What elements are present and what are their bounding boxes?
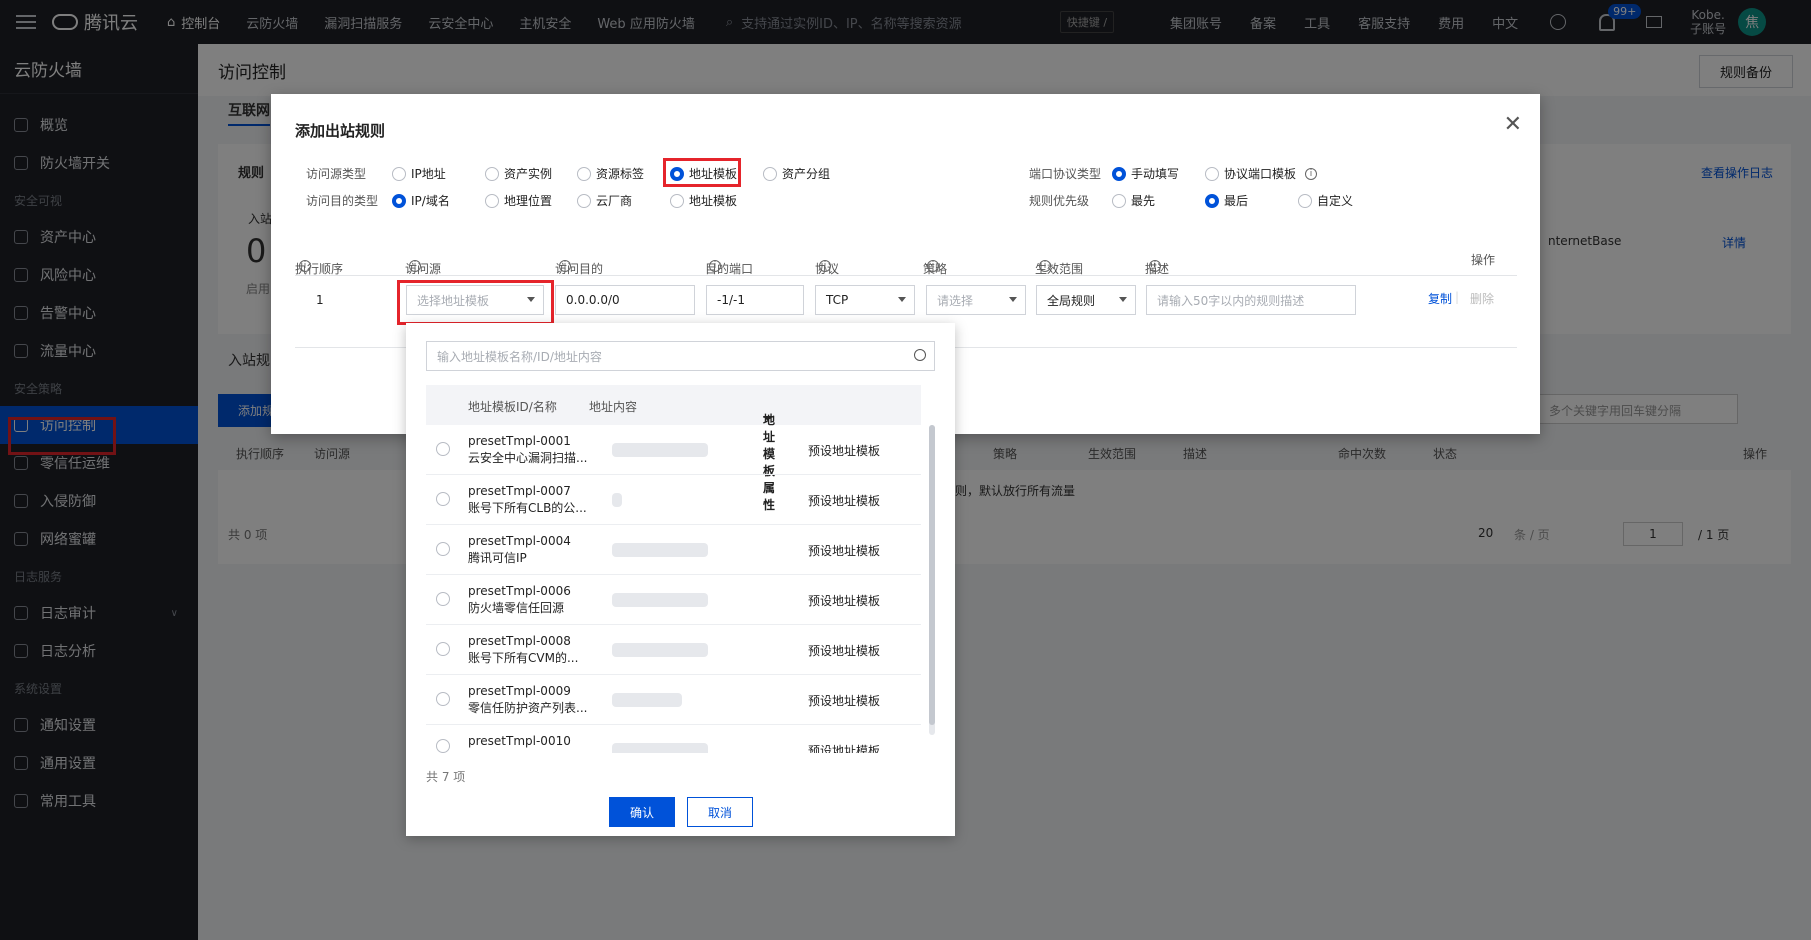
caret-down-icon	[1009, 297, 1017, 302]
address-template-dropdown: 输入地址模板名称/ID/地址内容 地址模板ID/名称 地址内容 地址模板属性 ⏷…	[406, 323, 955, 836]
cancel-button[interactable]: 取消	[687, 797, 753, 827]
radio-src-asset[interactable]: 资产实例	[485, 165, 577, 182]
info-icon[interactable]: i	[927, 259, 939, 272]
radio-dst-vendor[interactable]: 云厂商	[577, 192, 670, 209]
info-icon[interactable]: i	[1039, 259, 1051, 272]
radio-circle	[1205, 166, 1219, 181]
radio-circle[interactable]	[436, 739, 450, 753]
col-template-content: 地址内容	[589, 400, 638, 414]
col-operation: 操作	[1471, 253, 1496, 267]
radio-circle[interactable]	[436, 592, 450, 606]
radio-src-ip[interactable]: IP地址	[392, 165, 485, 182]
info-icon[interactable]: i	[409, 259, 421, 272]
protocol-select[interactable]: TCP	[815, 285, 915, 315]
radio-port-template[interactable]: 协议端口模板 i	[1205, 165, 1318, 182]
address-content-blurred	[612, 443, 708, 457]
radio-priority-last[interactable]: 最后	[1205, 192, 1298, 209]
filter-icon[interactable]: ⏷	[763, 411, 773, 426]
radio-circle	[392, 166, 406, 181]
template-row[interactable]: presetTmpl-0007 账号下所有CLB的公... 预设地址模板	[426, 475, 921, 525]
radio-circle-selected	[1205, 193, 1219, 208]
row-order: 1	[316, 293, 324, 307]
copy-link[interactable]: 复制	[1428, 290, 1452, 307]
separator: |	[1455, 290, 1460, 304]
info-icon[interactable]: i	[1149, 259, 1161, 272]
radio-circle-selected	[392, 193, 406, 208]
close-icon[interactable]: ✕	[1504, 114, 1522, 136]
radio-circle	[1112, 193, 1126, 208]
address-content-blurred	[612, 493, 622, 507]
scope-select[interactable]: 全局规则	[1036, 285, 1136, 315]
search-icon	[914, 349, 926, 361]
template-row[interactable]: presetTmpl-0001 云安全中心漏洞扫描... 预设地址模板	[426, 425, 921, 475]
template-total: 共 7 项	[426, 770, 466, 784]
port-input[interactable]: -1/-1	[706, 285, 804, 315]
caret-down-icon	[1119, 297, 1127, 302]
radio-circle[interactable]	[436, 442, 450, 456]
col-template-id: 地址模板ID/名称	[468, 400, 557, 414]
template-row[interactable]: presetTmpl-0008 账号下所有CVM的... 预设地址模板	[426, 625, 921, 675]
radio-circle[interactable]	[436, 542, 450, 556]
info-icon[interactable]: i	[299, 259, 311, 272]
radio-port-manual[interactable]: 手动填写	[1112, 165, 1205, 182]
template-row[interactable]: presetTmpl-0004 腾讯可信IP 预设地址模板	[426, 525, 921, 575]
dropdown-scrollbar[interactable]	[929, 425, 935, 735]
radio-circle	[1298, 193, 1312, 208]
info-icon[interactable]: i	[819, 259, 831, 272]
delete-link[interactable]: 删除	[1470, 290, 1494, 307]
template-table-header: 地址模板ID/名称 地址内容 地址模板属性 ⏷	[426, 385, 921, 512]
radio-circle	[577, 166, 591, 181]
radio-circle	[670, 193, 684, 208]
description-input[interactable]: 请输入50字以内的规则描述	[1146, 285, 1356, 315]
radio-circle[interactable]	[436, 642, 450, 656]
radio-circle-selected	[1112, 166, 1126, 181]
source-type-row: 访问源类型 IP地址 资产实例 资源标签 地址模板 资产分组	[306, 165, 831, 182]
template-search-input[interactable]: 输入地址模板名称/ID/地址内容	[426, 341, 935, 371]
radio-circle	[485, 166, 499, 181]
priority-row: 规则优先级 最先 最后 自定义	[1029, 192, 1354, 209]
radio-circle	[577, 193, 591, 208]
info-icon[interactable]: i	[709, 259, 721, 272]
highlight-source-select	[397, 280, 554, 325]
dest-type-row: 访问目的类型 IP/域名 地理位置 云厂商 地址模板	[306, 192, 738, 209]
radio-circle	[485, 193, 499, 208]
port-type-row: 端口协议类型 手动填写 协议端口模板 i	[1029, 165, 1318, 182]
radio-circle[interactable]	[436, 692, 450, 706]
destination-input[interactable]: 0.0.0.0/0	[555, 285, 695, 315]
template-row[interactable]: presetTmpl-0006 防火墙零信任回源 预设地址模板	[426, 575, 921, 625]
radio-src-tag[interactable]: 资源标签	[577, 165, 670, 182]
confirm-button[interactable]: 确认	[609, 797, 675, 827]
radio-dst-address-template[interactable]: 地址模板	[670, 192, 737, 209]
rule-table-header: 执行顺序 i 访问源 i 访问目的 i 目的端口 i 协议 i 策略 i 生效范围 i 描述 i…	[295, 244, 1517, 276]
address-content-blurred	[612, 593, 708, 607]
address-content-blurred	[612, 643, 708, 657]
radio-src-asset-group[interactable]: 资产分组	[763, 165, 830, 182]
info-icon[interactable]: i	[559, 259, 571, 272]
highlight-address-template-radio	[663, 158, 741, 187]
radio-priority-custom[interactable]: 自定义	[1298, 192, 1353, 209]
policy-select[interactable]: 请选择	[926, 285, 1026, 315]
address-content-blurred	[612, 543, 708, 557]
radio-circle	[763, 166, 777, 181]
dialog-title: 添加出站规则	[295, 122, 386, 140]
radio-dst-ip-domain[interactable]: IP/域名	[392, 192, 485, 209]
radio-priority-first[interactable]: 最先	[1112, 192, 1205, 209]
template-row[interactable]: presetTmpl-0009 零信任防护资产列表... 预设地址模板	[426, 675, 921, 725]
radio-circle[interactable]	[436, 492, 450, 506]
caret-down-icon	[898, 297, 906, 302]
template-row[interactable]: presetTmpl-0010 预设地址模板	[426, 725, 921, 753]
info-icon[interactable]: i	[1305, 167, 1318, 180]
address-content-blurred	[612, 693, 682, 707]
radio-dst-geo[interactable]: 地理位置	[485, 192, 577, 209]
address-content-blurred	[612, 743, 708, 753]
